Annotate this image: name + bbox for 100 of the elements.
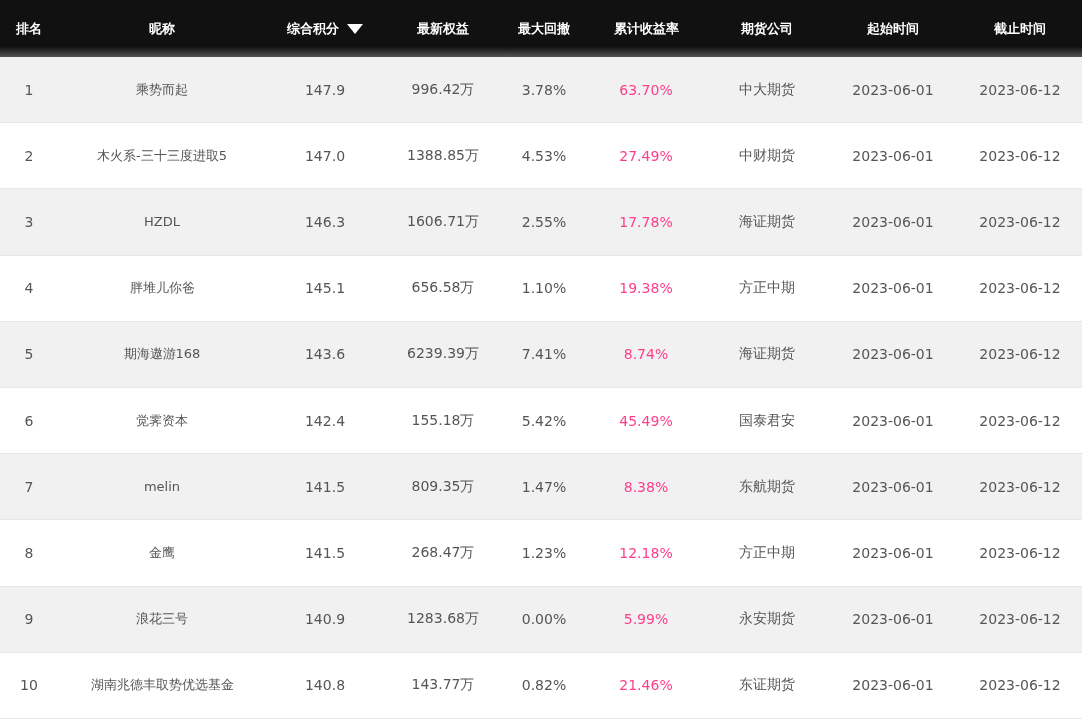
return-cell: 8.74% [623, 346, 669, 363]
column-header[interactable]: 综合积分 [287, 19, 363, 38]
score-cell: 140.9 [304, 611, 346, 628]
score-cell: 147.9 [304, 81, 346, 98]
return-cell: 19.38% [619, 280, 673, 297]
return-cell: 17.78% [619, 213, 673, 230]
nickname-cell: melin [143, 479, 181, 495]
equity-cell: 6239.39万 [407, 345, 479, 364]
return-cell: 21.46% [619, 677, 673, 694]
nickname-cell: 期海遨游168 [123, 345, 201, 364]
nickname-cell: 浪花三号 [136, 610, 188, 629]
company-cell: 海证期货 [739, 212, 795, 231]
rank-cell: 4 [24, 280, 34, 297]
drawdown-cell: 1.47% [521, 478, 567, 495]
company-cell: 中大期货 [739, 80, 795, 99]
return-cell: 8.38% [623, 478, 669, 495]
rank-cell: 3 [24, 213, 34, 230]
nickname-cell: HZDL [144, 214, 180, 230]
equity-cell: 155.18万 [411, 411, 475, 430]
rank-cell: 1 [24, 81, 34, 98]
score-cell: 140.8 [304, 677, 346, 694]
company-cell: 东航期货 [739, 477, 795, 496]
end-date-cell: 2023-06-12 [979, 412, 1061, 429]
start-date-cell: 2023-06-01 [852, 677, 934, 694]
start-date-cell: 2023-06-01 [852, 478, 934, 495]
return-cell: 63.70% [619, 81, 673, 98]
drawdown-cell: 3.78% [521, 81, 567, 98]
column-header[interactable]: 起始时间 [867, 19, 919, 38]
company-cell: 中财期货 [739, 146, 795, 165]
nickname-cell: 木火系-三十三度进取5 [97, 146, 227, 165]
company-cell: 永安期货 [739, 610, 795, 629]
company-cell: 国泰君安 [739, 411, 795, 430]
equity-cell: 996.42万 [411, 80, 475, 99]
drawdown-cell: 2.55% [521, 213, 567, 230]
drawdown-cell: 0.82% [521, 677, 567, 694]
start-date-cell: 2023-06-01 [852, 611, 934, 628]
drawdown-cell: 5.42% [521, 412, 567, 429]
start-date-cell: 2023-06-01 [852, 412, 934, 429]
column-header[interactable]: 昵称 [149, 19, 175, 38]
drawdown-cell: 1.23% [521, 544, 567, 561]
equity-cell: 268.47万 [411, 543, 475, 562]
end-date-cell: 2023-06-12 [979, 280, 1061, 297]
start-date-cell: 2023-06-01 [852, 147, 934, 164]
nickname-cell: 胖堆儿你爸 [129, 279, 195, 298]
start-date-cell: 2023-06-01 [852, 280, 934, 297]
company-cell: 海证期货 [739, 345, 795, 364]
return-cell: 12.18% [619, 544, 673, 561]
rank-cell: 5 [24, 346, 34, 363]
column-header[interactable]: 最新权益 [417, 19, 469, 38]
end-date-cell: 2023-06-12 [979, 611, 1061, 628]
equity-cell: 1606.71万 [407, 212, 479, 231]
company-cell: 东证期货 [739, 676, 795, 695]
drawdown-cell: 0.00% [521, 611, 567, 628]
end-date-cell: 2023-06-12 [979, 478, 1061, 495]
column-header[interactable]: 期货公司 [741, 19, 793, 38]
rank-cell: 6 [24, 412, 34, 429]
sort-descending-icon [347, 23, 363, 34]
equity-cell: 1388.85万 [407, 146, 479, 165]
score-cell: 142.4 [304, 412, 346, 429]
rank-cell: 7 [24, 478, 34, 495]
end-date-cell: 2023-06-12 [979, 213, 1061, 230]
score-cell: 146.3 [304, 213, 346, 230]
score-cell: 145.1 [304, 280, 346, 297]
drawdown-cell: 7.41% [521, 346, 567, 363]
drawdown-cell: 1.10% [521, 280, 567, 297]
drawdown-cell: 4.53% [521, 147, 567, 164]
column-header[interactable]: 排名 [16, 19, 42, 38]
nickname-cell: 乘势而起 [136, 80, 188, 99]
nickname-cell: 金鹰 [149, 543, 175, 562]
score-cell: 141.5 [304, 544, 346, 561]
rank-cell: 10 [20, 677, 38, 694]
equity-cell: 143.77万 [411, 676, 475, 695]
start-date-cell: 2023-06-01 [852, 346, 934, 363]
end-date-cell: 2023-06-12 [979, 147, 1061, 164]
end-date-cell: 2023-06-12 [979, 544, 1061, 561]
rank-cell: 2 [24, 147, 34, 164]
return-cell: 45.49% [619, 412, 673, 429]
rank-cell: 8 [24, 544, 34, 561]
start-date-cell: 2023-06-01 [852, 544, 934, 561]
equity-cell: 1283.68万 [407, 610, 479, 629]
column-header[interactable]: 最大回撤 [518, 19, 570, 38]
equity-cell: 809.35万 [411, 477, 475, 496]
end-date-cell: 2023-06-12 [979, 677, 1061, 694]
start-date-cell: 2023-06-01 [852, 81, 934, 98]
nickname-cell: 觉霁资本 [136, 411, 188, 430]
column-header[interactable]: 截止时间 [994, 19, 1046, 38]
company-cell: 方正中期 [739, 543, 795, 562]
rank-cell: 9 [24, 611, 34, 628]
score-cell: 141.5 [304, 478, 346, 495]
company-cell: 方正中期 [739, 279, 795, 298]
return-cell: 27.49% [619, 147, 673, 164]
end-date-cell: 2023-06-12 [979, 346, 1061, 363]
nickname-cell: 湖南兆德丰取势优选基金 [90, 676, 234, 695]
score-cell: 147.0 [304, 147, 346, 164]
end-date-cell: 2023-06-12 [979, 81, 1061, 98]
start-date-cell: 2023-06-01 [852, 213, 934, 230]
score-cell: 143.6 [304, 346, 346, 363]
column-header[interactable]: 累计收益率 [613, 19, 679, 38]
equity-cell: 656.58万 [411, 279, 475, 298]
return-cell: 5.99% [623, 611, 669, 628]
